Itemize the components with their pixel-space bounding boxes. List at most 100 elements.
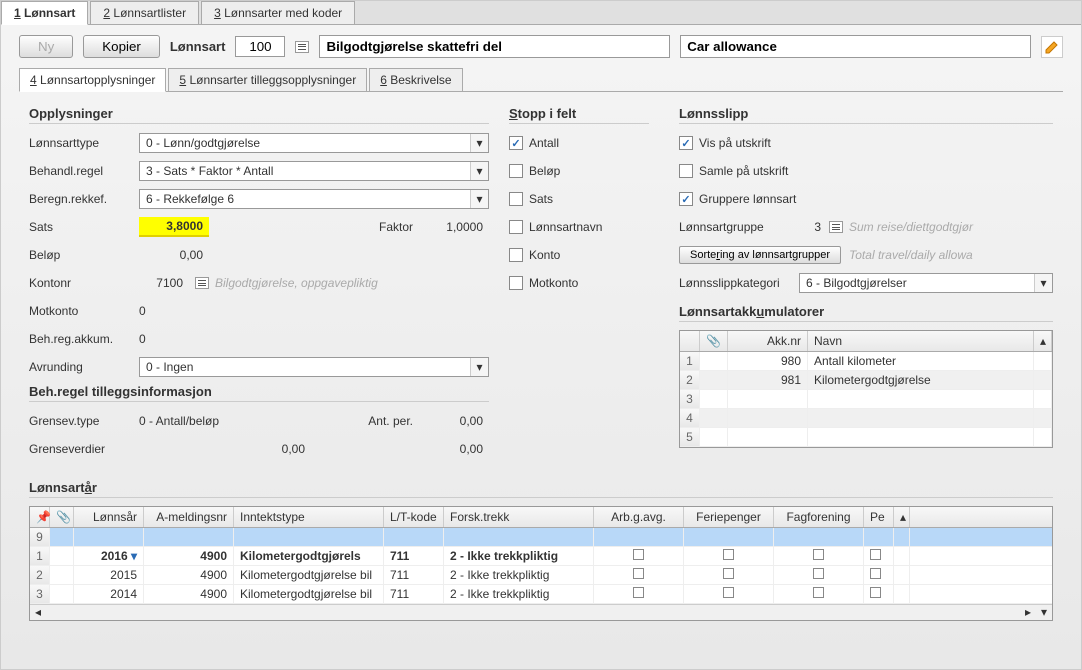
lonnsart-name-no[interactable] [319, 35, 670, 58]
lookup-icon[interactable] [295, 41, 309, 53]
kontonr-hint: Bilgodtgjørelse, oppgavepliktig [215, 276, 378, 290]
scroll-left[interactable]: ◂ [30, 605, 46, 620]
scroll-up[interactable]: ▴ [894, 507, 910, 527]
stopp-Lønnsartnavn-label: Lønnsartnavn [529, 220, 602, 234]
tab-lonnsart[interactable]: 1 1 LønnsartLønnsart [1, 1, 88, 25]
lonnsart-code-input[interactable] [235, 36, 285, 57]
stopp-Antall-label: Antall [529, 136, 559, 150]
gruppe-value[interactable]: 3 [799, 220, 829, 234]
stopp-Beløp-checkbox[interactable] [509, 164, 523, 178]
attach-header: 📎 [700, 331, 728, 351]
akkum-row[interactable]: 3 [680, 390, 1052, 409]
scroll-right[interactable]: ▸ [1020, 605, 1036, 620]
years-grid[interactable]: 📌 📎 Lønnsår A-meldingsnr Inntektstype L/… [29, 506, 1053, 621]
gruppere-checkbox[interactable] [679, 192, 693, 206]
year-row[interactable]: 1 2016 ▾ 4900 Kilometergodtgjørels 711 2… [30, 547, 1052, 566]
lookup-icon[interactable] [195, 277, 209, 289]
sats-label: Sats [29, 220, 139, 234]
lonnsartaar-title: Lønnsartår [29, 480, 1053, 498]
edit-icon[interactable] [1041, 36, 1063, 58]
behregakkum-label: Beh.reg.akkum. [29, 332, 139, 346]
pin-icon[interactable]: 📌 [30, 507, 50, 527]
stopp-Lønnsartnavn-checkbox[interactable] [509, 220, 523, 234]
vis-label: Vis på utskrift [699, 136, 771, 150]
left-column: Opplysninger Lønnsarttype 0 - Lønn/godtg… [29, 100, 489, 466]
stopp-Sats-checkbox[interactable] [509, 192, 523, 206]
amelding-header[interactable]: A-meldingsnr [144, 507, 234, 527]
chevron-down-icon[interactable]: ▾ [470, 134, 488, 152]
stopp-Motkonto-checkbox[interactable] [509, 276, 523, 290]
chevron-down-icon[interactable]: ▾ [470, 358, 488, 376]
avrunding-label: Avrunding [29, 360, 139, 374]
lonnsart-label: Lønnsart [170, 39, 226, 54]
ltkode-header[interactable]: L/T-kode [384, 507, 444, 527]
akkum-row[interactable]: 1980Antall kilometer [680, 352, 1052, 371]
subtab-beskrivelse[interactable]: 6 Beskrivelse [369, 68, 462, 91]
sortering-button[interactable]: Sortering av lønnsartgrupper [679, 246, 841, 264]
pen-header[interactable]: Pe [864, 507, 894, 527]
fagforening-header[interactable]: Fagforening [774, 507, 864, 527]
behandlregel-combo[interactable]: 3 - Sats * Faktor * Antall▾ [139, 161, 489, 181]
right-column: Stopp i felt AntallBeløpSatsLønnsartnavn… [509, 100, 1053, 466]
stopp-Beløp-label: Beløp [529, 164, 560, 178]
avrunding-combo[interactable]: 0 - Ingen▾ [139, 357, 489, 377]
stopp-Sats-label: Sats [529, 192, 553, 206]
tab-lonnsarter-koder[interactable]: 3 Lønnsarter med koder [201, 1, 355, 24]
subtab-opplysninger[interactable]: 4 Lønnsartopplysninger [19, 68, 166, 92]
lonnsarttype-combo[interactable]: 0 - Lønn/godtgjørelse▾ [139, 133, 489, 153]
akkum-title: Lønnsartakkumulatorer [679, 304, 1053, 322]
samle-checkbox[interactable] [679, 164, 693, 178]
kontonr-input[interactable]: 7100 [139, 274, 189, 292]
arbgavg-header[interactable]: Arb.g.avg. [594, 507, 684, 527]
gruppe-label: Lønnsartgruppe [679, 220, 799, 234]
chevron-down-icon[interactable]: ▾ [470, 162, 488, 180]
lonnsaar-header[interactable]: Lønnsår [74, 507, 144, 527]
belop-value[interactable]: 0,00 [139, 246, 209, 264]
feriepenger-header[interactable]: Feriepenger [684, 507, 774, 527]
sub-tabs: 4 Lønnsartopplysninger 5 Lønnsarter till… [19, 68, 1063, 92]
content: Opplysninger Lønnsarttype 0 - Lønn/godtg… [1, 92, 1081, 474]
beregnrekkef-combo[interactable]: 6 - Rekkefølge 6▾ [139, 189, 489, 209]
vis-checkbox[interactable] [679, 136, 693, 150]
akkum-row[interactable]: 5 [680, 428, 1052, 447]
kontonr-label: Kontonr [29, 276, 139, 290]
akkum-row[interactable]: 2981Kilometergodtgjørelse [680, 371, 1052, 390]
year-row[interactable]: 3 2014 4900 Kilometergodtgjørelse bil 71… [30, 585, 1052, 604]
lonnsart-name-en[interactable] [680, 35, 1031, 58]
forsktrekk-header[interactable]: Forsk.trekk [444, 507, 594, 527]
subtab-tillegg[interactable]: 5 Lønnsarter tilleggsopplysninger [168, 68, 367, 91]
motkonto-value: 0 [139, 304, 146, 318]
samle-label: Samle på utskrift [699, 164, 788, 178]
akknr-header: Akk.nr [728, 331, 808, 351]
akkum-grid[interactable]: 📎 Akk.nr Navn ▴ 1980Antall kilometer2981… [679, 330, 1053, 448]
belop-label: Beløp [29, 248, 139, 262]
faktor-input[interactable]: 1,0000 [419, 218, 489, 236]
stopp-Konto-checkbox[interactable] [509, 248, 523, 262]
gruppe-hint: Sum reise/diettgodtgjør [849, 220, 973, 234]
sortering-hint: Total travel/daily allowa [849, 248, 973, 262]
tillegg-title: Beh.regel tilleggsinformasjon [29, 384, 489, 402]
lookup-icon[interactable] [829, 221, 843, 233]
chevron-down-icon[interactable]: ▾ [470, 190, 488, 208]
ny-button[interactable]: Ny [19, 35, 73, 58]
grenseverdier-v1: 0,00 [241, 440, 311, 458]
app-window: 1 1 LønnsartLønnsart 2 Lønnsartlister 3 … [0, 0, 1082, 670]
lonnsartaar-section: Lønnsartår 📌 📎 Lønnsår A-meldingsnr Innt… [1, 474, 1081, 621]
scroll-down[interactable]: ▾ [1036, 605, 1052, 620]
grensevtype-value: 0 - Antall/beløp [139, 414, 219, 428]
stopp-section: Stopp i felt AntallBeløpSatsLønnsartnavn… [509, 100, 649, 466]
kategori-combo[interactable]: 6 - Bilgodtgjørelser▾ [799, 273, 1053, 293]
stopp-Motkonto-label: Motkonto [529, 276, 578, 290]
kopier-button[interactable]: Kopier [83, 35, 160, 58]
inntektstype-header[interactable]: Inntektstype [234, 507, 384, 527]
year-row[interactable]: 2 2015 4900 Kilometergodtgjørelse bil 71… [30, 566, 1052, 585]
year-row[interactable]: 9 [30, 528, 1052, 547]
chevron-down-icon[interactable]: ▾ [1034, 274, 1052, 292]
stopp-Antall-checkbox[interactable] [509, 136, 523, 150]
antper-label: Ant. per. [368, 414, 413, 428]
sats-input[interactable]: 3,8000 [139, 217, 209, 237]
scroll-up[interactable]: ▴ [1034, 331, 1052, 351]
behandlregel-label: Behandl.regel [29, 164, 139, 178]
akkum-row[interactable]: 4 [680, 409, 1052, 428]
tab-lonnsartlister[interactable]: 2 Lønnsartlister [90, 1, 199, 24]
